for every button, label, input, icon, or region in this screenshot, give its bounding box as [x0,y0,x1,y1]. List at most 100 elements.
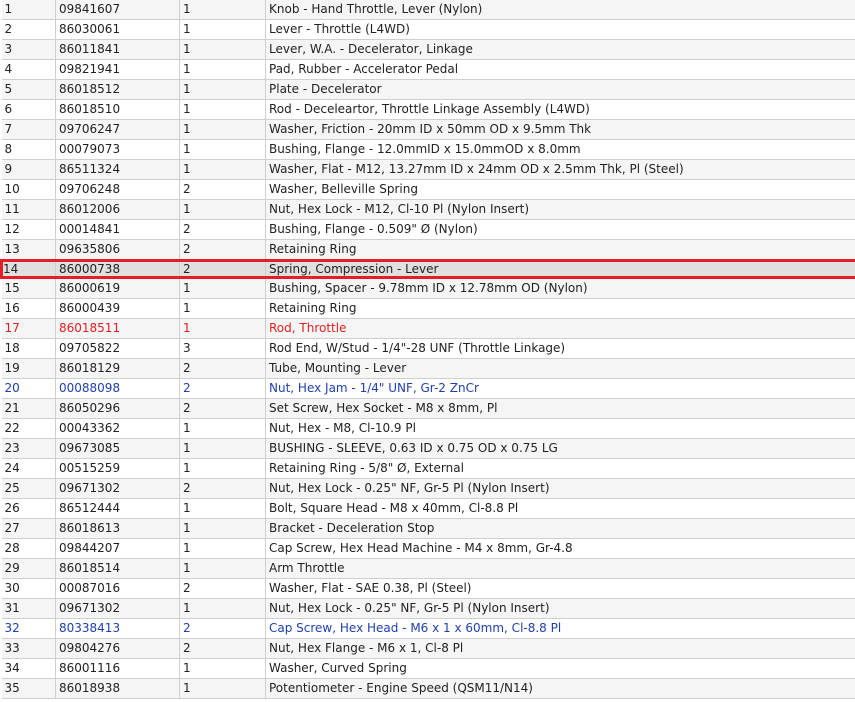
quantity: 1 [179,678,266,699]
ref-number: 10 [1,179,56,200]
description: Retaining Ring - 5/8" Ø, External [265,458,855,479]
description: Pad, Rubber - Accelerator Pedal [265,59,855,80]
table-row[interactable]: 3 86011841 1 Lever, W.A. - Decelerator, Lin… [1,39,855,60]
quantity: 1 [179,298,266,319]
quantity: 1 [179,418,266,439]
table-row[interactable]: 7 09706247 1 Washer, Friction - 20mm ID x 5… [1,119,855,140]
part-number: 86018938 [55,678,180,699]
table-row[interactable]: 30 00087016 2 Washer, Flat - SAE 0.38, Pl (… [1,578,855,599]
quantity: 3 [179,338,266,359]
table-row[interactable]: 5 86018512 1 Plate - Decelerator [1,79,855,100]
ref-number: 16 [1,298,56,319]
table-row[interactable]: 33 09804276 2 Nut, Hex Flange - M6 x 1, Cl-… [1,638,855,659]
table-row[interactable]: 9 86511324 1 Washer, Flat - M12, 13.27mm ID… [1,159,855,180]
table-row[interactable]: 16 86000439 1 Retaining Ring [1,298,855,319]
description: Bushing, Flange - 12.0mmID x 15.0mmOD x … [265,139,855,160]
ref-number: 3 [1,39,56,60]
quantity: 2 [179,578,266,599]
part-number: 09671302 [55,478,180,499]
quantity: 1 [179,159,266,180]
description: Arm Throttle [265,558,855,579]
part-number: 09635806 [55,239,180,261]
table-row[interactable]: 18 09705822 3 Rod End, W/Stud - 1/4"-28 UNF… [1,338,855,359]
ref-number: 30 [1,578,56,599]
table-row[interactable]: 13 09635806 2 Retaining Ring [1,239,855,261]
description: Bushing, Flange - 0.509" Ø (Nylon) [265,219,855,240]
quantity: 1 [179,518,266,539]
part-number: 86050296 [55,398,180,419]
description: Cap Screw, Hex Head - M6 x 1 x 60mm, Cl-… [265,618,855,639]
ref-number: 2 [1,19,56,40]
table-row[interactable]: 21 86050296 2 Set Screw, Hex Socket - M8 x … [1,398,855,419]
part-number: 09671302 [55,598,180,619]
table-row[interactable]: 27 86018613 1 Bracket - Deceleration Stop [1,518,855,539]
quantity: 2 [179,638,266,659]
table-row[interactable]: 1 09841607 1 Knob - Hand Throttle, Lever (N… [1,0,855,20]
table-row-selected[interactable]: 14 86000738 2 Spring, Compression - Lever [0,259,855,279]
description: Retaining Ring [265,239,855,261]
description: Cap Screw, Hex Head Machine - M4 x 8mm, … [265,538,855,559]
part-number: 09705822 [55,338,180,359]
ref-number: 9 [1,159,56,180]
part-number: 09821941 [55,59,180,80]
table-row[interactable]: 25 09671302 2 Nut, Hex Lock - 0.25" NF, Gr-… [1,478,855,499]
description: Washer, Belleville Spring [265,179,855,200]
description: Bushing, Spacer - 9.78mm ID x 12.78mm OD… [265,277,855,299]
description: Nut, Hex Lock - 0.25" NF, Gr-5 Pl (Nylon… [265,598,855,619]
quantity: 1 [179,658,266,679]
description: Spring, Compression - Lever [265,259,855,279]
table-row[interactable]: 35 86018938 1 Potentiometer - Engine Speed … [1,678,855,699]
table-row[interactable]: 11 86012006 1 Nut, Hex Lock - M12, Cl-10 Pl… [1,199,855,220]
part-number: 86001116 [55,658,180,679]
table-row[interactable]: 24 00515259 1 Retaining Ring - 5/8" Ø, Exte… [1,458,855,479]
table-row[interactable]: 2 86030061 1 Lever - Throttle (L4WD) [1,19,855,40]
part-number: 86000619 [55,277,180,299]
table-row[interactable]: 32 80338413 2 Cap Screw, Hex Head - M6 x 1 … [1,618,855,639]
table-row[interactable]: 6 86018510 1 Rod - Deceleartor, Throttle Li… [1,99,855,120]
table-row[interactable]: 19 86018129 2 Tube, Mounting - Lever [1,358,855,379]
ref-number: 13 [1,239,56,261]
ref-number: 8 [1,139,56,160]
table-row[interactable]: 4 09821941 1 Pad, Rubber - Accelerator Peda… [1,59,855,80]
table-row[interactable]: 17 86018511 1 Rod, Throttle [1,318,855,339]
quantity: 1 [179,99,266,120]
table-row[interactable]: 15 86000619 1 Bushing, Spacer - 9.78mm ID x… [1,277,855,299]
quantity: 1 [179,538,266,559]
quantity: 1 [179,318,266,339]
part-number: 86012006 [55,199,180,220]
quantity: 2 [179,219,266,240]
table-row[interactable]: 23 09673085 1 BUSHING - SLEEVE, 0.63 ID x 0… [1,438,855,459]
parts-table-body: 1 09841607 1 Knob - Hand Throttle, Lever (N… [0,0,855,699]
quantity: 2 [179,259,266,279]
quantity: 1 [179,59,266,80]
part-number: 86018510 [55,99,180,120]
ref-number: 15 [1,277,56,299]
table-row[interactable]: 34 86001116 1 Washer, Curved Spring [1,658,855,679]
quantity: 1 [179,0,266,20]
table-row[interactable]: 22 00043362 1 Nut, Hex - M8, Cl-10.9 Pl [1,418,855,439]
table-row[interactable]: 28 09844207 1 Cap Screw, Hex Head Machine -… [1,538,855,559]
table-row[interactable]: 31 09671302 1 Nut, Hex Lock - 0.25" NF, Gr-… [1,598,855,619]
ref-number: 12 [1,219,56,240]
description: Retaining Ring [265,298,855,319]
table-row[interactable]: 20 00088098 2 Nut, Hex Jam - 1/4" UNF, Gr-2… [1,378,855,399]
table-row[interactable]: 26 86512444 1 Bolt, Square Head - M8 x 40mm… [1,498,855,519]
description: BUSHING - SLEEVE, 0.63 ID x 0.75 OD x 0.… [265,438,855,459]
part-number: 86512444 [55,498,180,519]
table-row[interactable]: 12 00014841 2 Bushing, Flange - 0.509" Ø (N… [1,219,855,240]
ref-number: 23 [1,438,56,459]
quantity: 2 [179,378,266,399]
quantity: 2 [179,358,266,379]
description: Potentiometer - Engine Speed (QSM11/N14) [265,678,855,699]
ref-number: 28 [1,538,56,559]
description: Lever, W.A. - Decelerator, Linkage [265,39,855,60]
ref-number: 20 [1,378,56,399]
part-number: 09673085 [55,438,180,459]
ref-number: 25 [1,478,56,499]
part-number: 86030061 [55,19,180,40]
table-row[interactable]: 8 00079073 1 Bushing, Flange - 12.0mmID x 1… [1,139,855,160]
table-row[interactable]: 29 86018514 1 Arm Throttle [1,558,855,579]
ref-number: 32 [1,618,56,639]
table-row[interactable]: 10 09706248 2 Washer, Belleville Spring [1,179,855,200]
part-number: 86018613 [55,518,180,539]
